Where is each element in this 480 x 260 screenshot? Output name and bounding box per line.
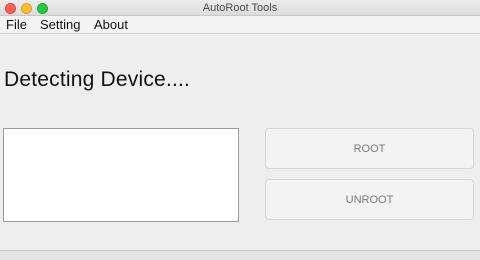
root-button[interactable]: ROOT bbox=[265, 128, 474, 169]
menu-bar: File Setting About bbox=[0, 16, 480, 34]
title-bar: AutoRoot Tools bbox=[0, 0, 480, 16]
window-title: AutoRoot Tools bbox=[202, 2, 278, 14]
unroot-button[interactable]: UNROOT bbox=[265, 179, 474, 220]
status-text: Detecting Device.... bbox=[4, 68, 191, 91]
menu-file[interactable]: File bbox=[6, 17, 27, 33]
menu-about[interactable]: About bbox=[94, 17, 128, 33]
bottom-divider bbox=[0, 250, 480, 260]
device-output-box[interactable] bbox=[3, 128, 239, 222]
menu-setting[interactable]: Setting bbox=[40, 17, 80, 33]
